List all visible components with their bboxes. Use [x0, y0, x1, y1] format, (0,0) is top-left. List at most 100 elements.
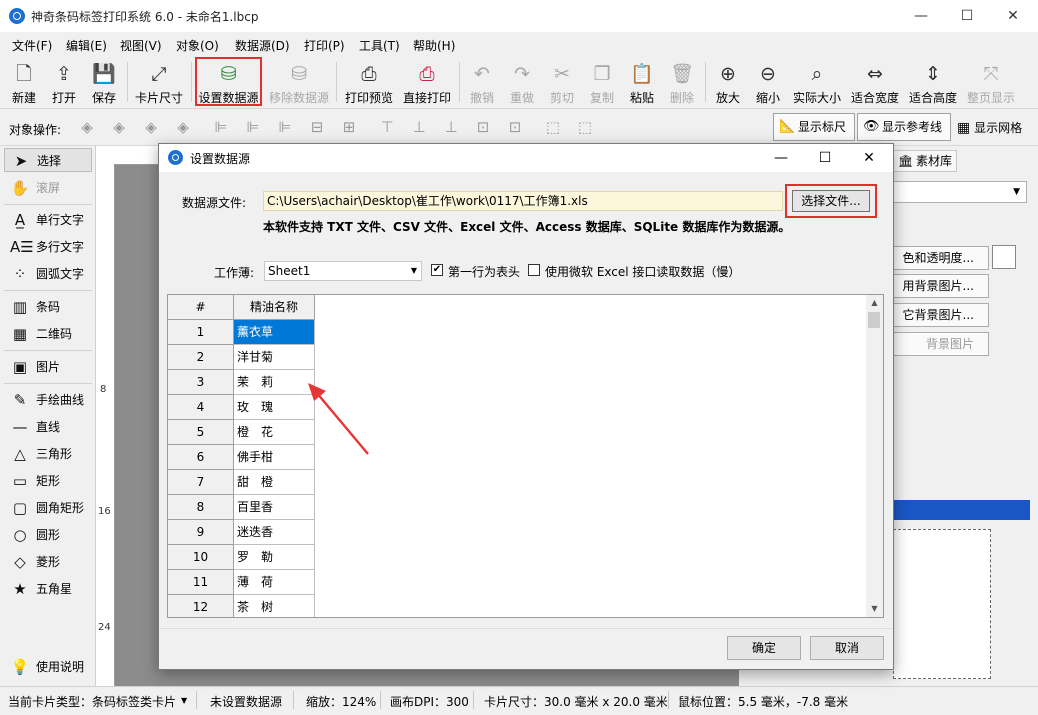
grid-vertical-scrollbar[interactable]: ▲ ▼	[866, 295, 883, 617]
grid-cell[interactable]: 百里香	[234, 495, 315, 520]
tool-select[interactable]: ➤ 选择	[4, 148, 92, 172]
new-button[interactable]: 🗋 新建	[6, 58, 42, 106]
distribute-v-icon[interactable]: ⊟	[308, 118, 326, 136]
tool-barcode[interactable]: ▥ 条码	[4, 295, 92, 319]
cut-button[interactable]: ✂ 剪切	[544, 58, 580, 106]
row-header[interactable]: 11	[168, 570, 234, 595]
menu-print[interactable]: 打印(P)	[304, 37, 345, 54]
grid-cell[interactable]: 薄 荷	[234, 570, 315, 595]
show-ruler-toggle[interactable]: 📐 显示标尺	[773, 113, 855, 141]
help-link[interactable]: 💡 使用说明	[4, 655, 92, 679]
ok-button[interactable]: 确定	[727, 636, 801, 660]
dialog-close-button[interactable]: ✕	[847, 144, 891, 172]
clear-background-image-button[interactable]: 背景图片	[879, 332, 989, 356]
menu-edit[interactable]: 编辑(E)	[66, 37, 107, 54]
tool-scroll[interactable]: ✋ 滚屏	[4, 176, 92, 200]
row-header[interactable]: 9	[168, 520, 234, 545]
row-header[interactable]: 6	[168, 445, 234, 470]
row-header[interactable]: 5	[168, 420, 234, 445]
zoom-in-button[interactable]: ⊕ 放大	[710, 58, 746, 106]
column-header[interactable]: #	[168, 295, 234, 320]
tool-freehand[interactable]: ✎ 手绘曲线	[4, 388, 92, 412]
status-card-type[interactable]: 当前卡片类型：条码标签类卡片	[8, 693, 176, 710]
actual-size-button[interactable]: ⌕ 实际大小	[790, 58, 844, 106]
dialog-minimize-button[interactable]: —	[759, 144, 803, 172]
fit-width-button[interactable]: ⇔ 适合宽度	[848, 58, 902, 106]
card-size-button[interactable]: ⤢ 卡片尺寸	[132, 58, 186, 106]
row-header[interactable]: 1	[168, 320, 234, 345]
tool-rectangle[interactable]: ▭ 矩形	[4, 469, 92, 493]
layer-down-icon[interactable]: ◈	[174, 118, 192, 136]
row-header[interactable]: 12	[168, 595, 234, 617]
tool-diamond[interactable]: ◇ 菱形	[4, 550, 92, 574]
delete-button[interactable]: 🗑 删除	[664, 58, 700, 106]
grid-cell[interactable]: 罗 勒	[234, 545, 315, 570]
layer-up-icon[interactable]: ◈	[78, 118, 96, 136]
tool-line[interactable]: — 直线	[4, 415, 92, 439]
tool-rounded-rect[interactable]: ▢ 圆角矩形	[4, 496, 92, 520]
column-header[interactable]: 精油名称	[234, 295, 315, 320]
dialog-maximize-button[interactable]: ☐	[803, 144, 847, 172]
undo-button[interactable]: ↶ 撤销	[464, 58, 500, 106]
zoom-out-button[interactable]: ⊖ 缩小	[750, 58, 786, 106]
menu-tools[interactable]: 工具(T)	[359, 37, 400, 54]
same-height-icon[interactable]: ⊡	[506, 118, 524, 136]
align-bottom-icon[interactable]: ⊥	[442, 118, 460, 136]
material-library-tab[interactable]: 🏛 素材库	[893, 150, 957, 172]
show-grid-toggle[interactable]: ▦ 显示网格	[957, 119, 1022, 136]
tool-single-text[interactable]: A̲ 单行文字	[4, 208, 92, 232]
color-transparency-button[interactable]: 色和透明度...	[879, 246, 989, 270]
row-header[interactable]: 2	[168, 345, 234, 370]
print-preview-button[interactable]: ⎙ 打印预览	[342, 58, 396, 106]
tool-circle[interactable]: ○ 圆形	[4, 523, 92, 547]
direct-print-button[interactable]: ⎙ 直接打印	[400, 58, 454, 106]
chevron-down-icon[interactable]: ▼	[181, 696, 187, 705]
grid-cell[interactable]: 甜 橙	[234, 470, 315, 495]
copy-button[interactable]: ❐ 复制	[584, 58, 620, 106]
row-header[interactable]: 7	[168, 470, 234, 495]
tool-arc-text[interactable]: ⁘ 圆弧文字	[4, 262, 92, 286]
choose-file-button[interactable]: 选择文件...	[792, 190, 870, 212]
row-header[interactable]: 10	[168, 545, 234, 570]
grid-cell[interactable]: 洋甘菊	[234, 345, 315, 370]
remove-datasource-button[interactable]: ⛁ 移除数据源	[267, 58, 331, 106]
group-icon[interactable]: ⬚	[544, 118, 562, 136]
close-button[interactable]: ✕	[990, 0, 1036, 32]
send-back-icon[interactable]: ◈	[142, 118, 160, 136]
align-right-icon[interactable]: ⊫	[276, 118, 294, 136]
show-guides-toggle[interactable]: 👁 显示参考线	[857, 113, 951, 141]
distribute-h-icon[interactable]: ⊞	[340, 118, 358, 136]
cancel-button[interactable]: 取消	[810, 636, 884, 660]
scroll-down-icon[interactable]: ▼	[866, 602, 883, 616]
save-button[interactable]: 💾 保存	[86, 58, 122, 106]
tool-triangle[interactable]: △ 三角形	[4, 442, 92, 466]
grid-cell[interactable]: 薰衣草	[234, 320, 315, 345]
tool-image[interactable]: ▣ 图片	[4, 355, 92, 379]
row-header[interactable]: 8	[168, 495, 234, 520]
other-background-image-button[interactable]: 它背景图片...	[879, 303, 989, 327]
tool-star[interactable]: ★ 五角星	[4, 577, 92, 601]
first-row-header-checkbox[interactable]: ✔	[431, 264, 443, 276]
paste-button[interactable]: 📋 粘贴	[624, 58, 660, 106]
workbook-select[interactable]: Sheet1 ▼	[264, 261, 422, 281]
datasource-path-field[interactable]: C:\Users\achair\Desktop\崔工作\work\0117\工作…	[263, 191, 783, 211]
grid-cell[interactable]: 茶 树	[234, 595, 315, 617]
row-header[interactable]: 3	[168, 370, 234, 395]
use-ms-excel-checkbox[interactable]	[528, 264, 540, 276]
minimize-button[interactable]: —	[898, 0, 944, 32]
scroll-up-icon[interactable]: ▲	[866, 296, 883, 310]
maximize-button[interactable]: ☐	[944, 0, 990, 32]
tool-multi-text[interactable]: A☰ 多行文字	[4, 235, 92, 259]
color-swatch[interactable]	[992, 245, 1016, 269]
same-width-icon[interactable]: ⊡	[474, 118, 492, 136]
align-left-icon[interactable]: ⊫	[212, 118, 230, 136]
ungroup-icon[interactable]: ⬚	[576, 118, 594, 136]
menu-view[interactable]: 视图(V)	[120, 37, 162, 54]
use-background-image-button[interactable]: 用背景图片...	[879, 274, 989, 298]
menu-help[interactable]: 帮助(H)	[413, 37, 455, 54]
scroll-thumb[interactable]	[868, 312, 880, 328]
menu-object[interactable]: 对象(O)	[176, 37, 219, 54]
redo-button[interactable]: ↷ 重做	[504, 58, 540, 106]
whole-page-button[interactable]: ⤧ 整页显示	[964, 58, 1018, 106]
fit-height-button[interactable]: ⇕ 适合高度	[906, 58, 960, 106]
